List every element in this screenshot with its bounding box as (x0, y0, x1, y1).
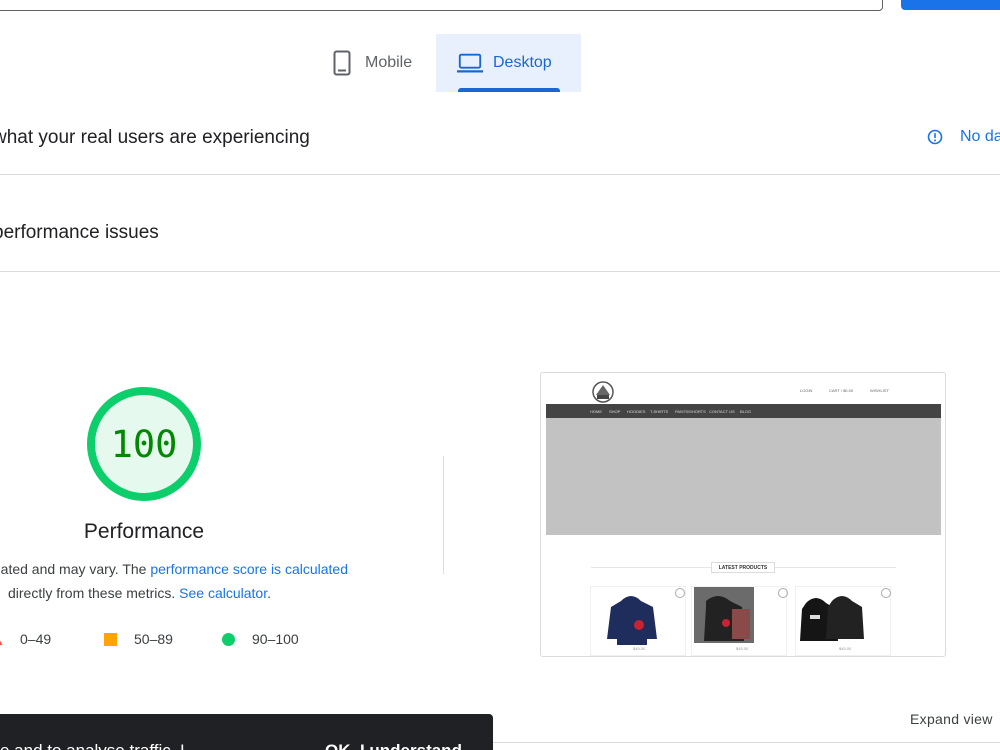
thumb-hero-banner (546, 418, 941, 535)
legend-pass-label: 90–100 (252, 631, 299, 647)
section-divider (0, 271, 1000, 272)
wishlist-heart-icon (675, 588, 685, 598)
field-data-heading: what your real users are experiencing (0, 127, 310, 148)
thumb-menu-item: CONTACT US (709, 409, 735, 414)
cookie-toast: e and to analyse traffic. L OK, I unders… (0, 714, 493, 750)
legend-fail-label: 0–49 (20, 631, 52, 647)
circle-icon (222, 632, 235, 646)
triangle-icon (0, 639, 3, 645)
wishlist-heart-icon (778, 588, 788, 598)
thumb-menu-item: HOODIES (627, 409, 646, 414)
performance-score: 100 (110, 422, 178, 466)
analyze-button[interactable] (901, 0, 1000, 10)
performance-score-link[interactable]: performance score is calculated (150, 561, 348, 577)
legend-average: 50–89 (104, 631, 173, 647)
score-note-period: . (267, 585, 271, 601)
section-divider (0, 174, 1000, 175)
diagnose-heading: performance issues (0, 222, 159, 243)
hoodie-black-image (800, 596, 864, 641)
tab-desktop-label: Desktop (493, 54, 552, 71)
cookie-ok-button[interactable]: OK, I understand (325, 741, 462, 750)
thumb-menu-item: SHOP (609, 409, 621, 414)
no-data-link[interactable]: No da (927, 128, 1000, 146)
score-note-line1: timated and may vary. The performance sc… (0, 561, 348, 577)
thumb-cart: CART / $0.00 (829, 388, 854, 393)
thumb-price: $45.00 (633, 646, 646, 651)
thumb-menu-item: PANTS/SHORTS (675, 409, 706, 414)
page-screenshot-thumbnail: LOGIN CART / $0.00 WISHLIST HOME SHOP HO… (540, 372, 946, 657)
thumb-wishlist: WISHLIST (870, 388, 889, 393)
legend-pass: 90–100 (222, 631, 299, 647)
thumb-price: $45.00 (839, 646, 852, 651)
tab-mobile[interactable]: Mobile (316, 34, 436, 92)
wishlist-heart-icon (881, 588, 891, 598)
thumb-latest-products: LATEST PRODUCTS (711, 562, 775, 573)
see-calculator-link[interactable]: See calculator (179, 585, 267, 601)
tab-desktop[interactable]: Desktop (436, 34, 581, 92)
thumb-price: $45.00 (736, 646, 749, 651)
url-input[interactable] (0, 0, 883, 11)
site-logo-icon (592, 381, 614, 403)
hoodie-photo-image (694, 587, 754, 643)
square-icon (104, 632, 117, 646)
no-data-label: No da (960, 128, 1000, 145)
info-icon (927, 129, 943, 145)
thumb-login: LOGIN (800, 388, 813, 393)
thumb-menu-item: HOME (590, 409, 602, 414)
tab-active-indicator (458, 88, 560, 92)
cookie-toast-text: e and to analyse traffic. L (0, 741, 190, 750)
score-note-text: timated and may vary. The (0, 561, 147, 577)
thumb-menu-item: T-SHIRTS (650, 409, 669, 414)
thumb-menu-bar: HOME SHOP HOODIES T-SHIRTS PANTS/SHORTS … (546, 404, 941, 418)
expand-view-button[interactable]: Expand view (910, 711, 993, 727)
smartphone-icon (329, 50, 355, 76)
legend-average-label: 50–89 (134, 631, 173, 647)
laptop-icon (457, 50, 483, 76)
hoodie-navy-image (607, 596, 657, 645)
legend-fail: 0–49 (0, 631, 51, 647)
tab-mobile-label: Mobile (365, 54, 413, 71)
vertical-separator (443, 456, 444, 574)
score-note-line2: directly from these metrics. See calcula… (8, 585, 271, 601)
thumb-menu-item: BLOG (740, 409, 752, 414)
performance-label: Performance (83, 520, 205, 543)
score-note-text2: directly from these metrics. (8, 585, 180, 601)
